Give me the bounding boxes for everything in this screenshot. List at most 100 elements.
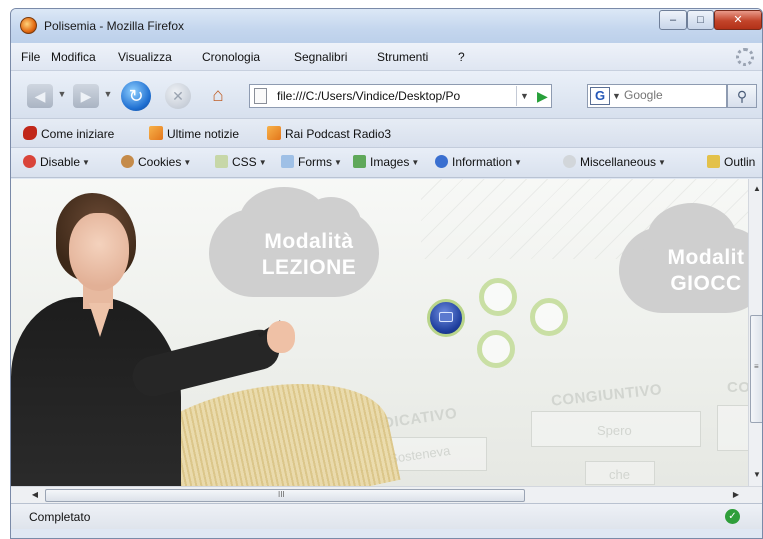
- dev-images-menu[interactable]: Images ▼: [353, 155, 419, 169]
- activity-throbber-icon: [736, 48, 754, 66]
- reload-button[interactable]: ↻: [121, 81, 151, 111]
- reload-icon: ↻: [128, 86, 144, 106]
- google-engine-icon[interactable]: G: [590, 87, 610, 105]
- bookmarks-toolbar: Come iniziare Ultime notizie Rai Podcast…: [11, 119, 762, 148]
- chevron-down-icon: ▼: [411, 158, 420, 167]
- title-bar: Polisemia - Mozilla Firefox – □ ✕: [11, 9, 762, 43]
- cloud-gioco-line1: Modalit: [667, 246, 745, 269]
- scroll-down-arrow-icon[interactable]: ▼: [750, 467, 762, 483]
- bookmark-label: Rai Podcast Radio3: [285, 127, 392, 141]
- dev-information-menu[interactable]: Information ▼: [435, 155, 522, 169]
- teacher-face: [69, 213, 129, 291]
- vertical-scrollbar[interactable]: ▲ ≡ ▼: [748, 179, 762, 486]
- horizontal-scroll-thumb[interactable]: III: [45, 489, 525, 502]
- chevron-down-icon: ▼: [57, 89, 67, 99]
- teacher-illustration: [11, 179, 311, 486]
- search-engine-dropdown[interactable]: ▼: [612, 87, 621, 105]
- dev-information-label: Information: [452, 155, 513, 169]
- dev-miscellaneous-label: Miscellaneous: [580, 155, 657, 169]
- menu-visualizza[interactable]: Visualizza: [118, 50, 172, 64]
- bookmark-rai-podcast[interactable]: Rai Podcast Radio3: [267, 126, 391, 141]
- url-history-dropdown[interactable]: ▼: [516, 86, 532, 106]
- cloud-gioco-label[interactable]: Modalit GIOCC: [641, 245, 748, 297]
- dev-forms-label: Forms: [298, 155, 332, 169]
- chevron-down-icon: ▼: [612, 91, 621, 101]
- firefox-bookmark-icon: [23, 126, 37, 140]
- dev-css-label: CSS: [232, 155, 257, 169]
- url-bar[interactable]: file:///C:/Users/Vindice/Desktop/Po ▼ ▶: [249, 84, 552, 108]
- horizontal-scrollbar[interactable]: ◀ III ▶: [11, 486, 762, 503]
- menu-modifica[interactable]: Modifica: [51, 50, 96, 64]
- search-button[interactable]: ⚲: [727, 84, 757, 108]
- menu-file[interactable]: File: [21, 50, 40, 64]
- scroll-left-arrow-icon[interactable]: ◀: [28, 488, 42, 502]
- screen-icon: [439, 312, 453, 322]
- home-icon: ⌂: [212, 85, 224, 106]
- search-bar[interactable]: G ▼: [587, 84, 727, 108]
- dev-css-menu[interactable]: CSS ▼: [215, 155, 267, 169]
- minimize-button[interactable]: –: [659, 10, 687, 30]
- back-history-dropdown[interactable]: ▼: [57, 89, 67, 99]
- stop-icon: ✕: [172, 88, 184, 104]
- dev-images-label: Images: [370, 155, 410, 169]
- search-input[interactable]: [624, 88, 724, 102]
- maximize-icon: □: [697, 14, 704, 26]
- chevron-down-icon: ▼: [334, 158, 342, 167]
- center-menu-button[interactable]: [427, 299, 465, 337]
- dev-miscellaneous-menu[interactable]: Miscellaneous ▼: [563, 155, 666, 169]
- status-text: Completato: [29, 510, 91, 524]
- menu-help[interactable]: ?: [458, 50, 465, 64]
- dev-forms-menu[interactable]: Forms ▼: [281, 155, 342, 169]
- menu-strumenti[interactable]: Strumenti: [377, 50, 428, 64]
- chevron-down-icon: ▼: [658, 158, 666, 167]
- back-button[interactable]: ◀: [27, 84, 53, 108]
- bookmark-come-iniziare[interactable]: Come iniziare: [23, 126, 114, 141]
- dev-disable-menu[interactable]: Disable ▼: [23, 155, 90, 169]
- magnifier-icon: ⚲: [736, 88, 748, 104]
- forward-button[interactable]: ▶: [73, 84, 99, 108]
- page-icon: [254, 88, 267, 104]
- grip-icon: III: [278, 490, 285, 499]
- maximize-button[interactable]: □: [687, 10, 714, 30]
- dev-outline-menu[interactable]: Outlin: [707, 155, 755, 169]
- chevron-down-icon: ▼: [514, 158, 522, 167]
- teacher-hand: [267, 321, 295, 353]
- rss-feed-icon: [149, 126, 163, 140]
- window-title: Polisemia - Mozilla Firefox: [44, 19, 185, 33]
- word-spero: Spero: [597, 423, 632, 438]
- cookie-icon: [121, 155, 134, 168]
- forward-arrow-icon: ▶: [80, 88, 92, 104]
- bookmark-label: Come iniziare: [41, 127, 115, 141]
- stop-button[interactable]: ✕: [165, 83, 191, 109]
- dev-cookies-label: Cookies: [138, 155, 182, 169]
- image-icon: [353, 155, 366, 168]
- firefox-icon: [20, 17, 37, 34]
- close-button[interactable]: ✕: [714, 10, 762, 30]
- nav-ring-bottom[interactable]: [477, 330, 515, 368]
- chevron-down-icon: ▼: [520, 91, 529, 101]
- congiuntivo-label: CONGIUNTIVO: [550, 381, 663, 410]
- status-bar: Completato ✓: [11, 503, 762, 529]
- go-arrow-icon: ▶: [537, 88, 548, 104]
- home-button[interactable]: ⌂: [204, 82, 232, 110]
- grip-icon: ≡: [754, 362, 759, 371]
- url-text[interactable]: file:///C:/Users/Vindice/Desktop/Po: [277, 89, 513, 103]
- misc-icon: [563, 155, 576, 168]
- menu-cronologia[interactable]: Cronologia: [202, 50, 260, 64]
- vertical-scroll-thumb[interactable]: ≡: [750, 315, 762, 423]
- nav-ring-top[interactable]: [479, 278, 517, 316]
- chevron-down-icon: ▼: [82, 158, 90, 167]
- checkmark-icon[interactable]: ✓: [725, 509, 740, 524]
- scroll-right-arrow-icon[interactable]: ▶: [729, 488, 743, 502]
- nav-ring-right[interactable]: [530, 298, 568, 336]
- forward-history-dropdown[interactable]: ▼: [103, 89, 113, 99]
- menu-segnalibri[interactable]: Segnalibri: [294, 50, 347, 64]
- menu-bar: File Modifica Visualizza Cronologia Segn…: [11, 43, 762, 71]
- bookmark-ultime-notizie[interactable]: Ultime notizie: [149, 126, 239, 141]
- dev-cookies-menu[interactable]: Cookies ▼: [121, 155, 191, 169]
- chevron-down-icon: ▼: [103, 89, 113, 99]
- scroll-up-arrow-icon[interactable]: ▲: [750, 181, 762, 197]
- cloud-gioco-line2: GIOCC: [670, 272, 742, 295]
- go-button[interactable]: ▶: [537, 86, 551, 106]
- dev-outline-label: Outlin: [724, 155, 756, 169]
